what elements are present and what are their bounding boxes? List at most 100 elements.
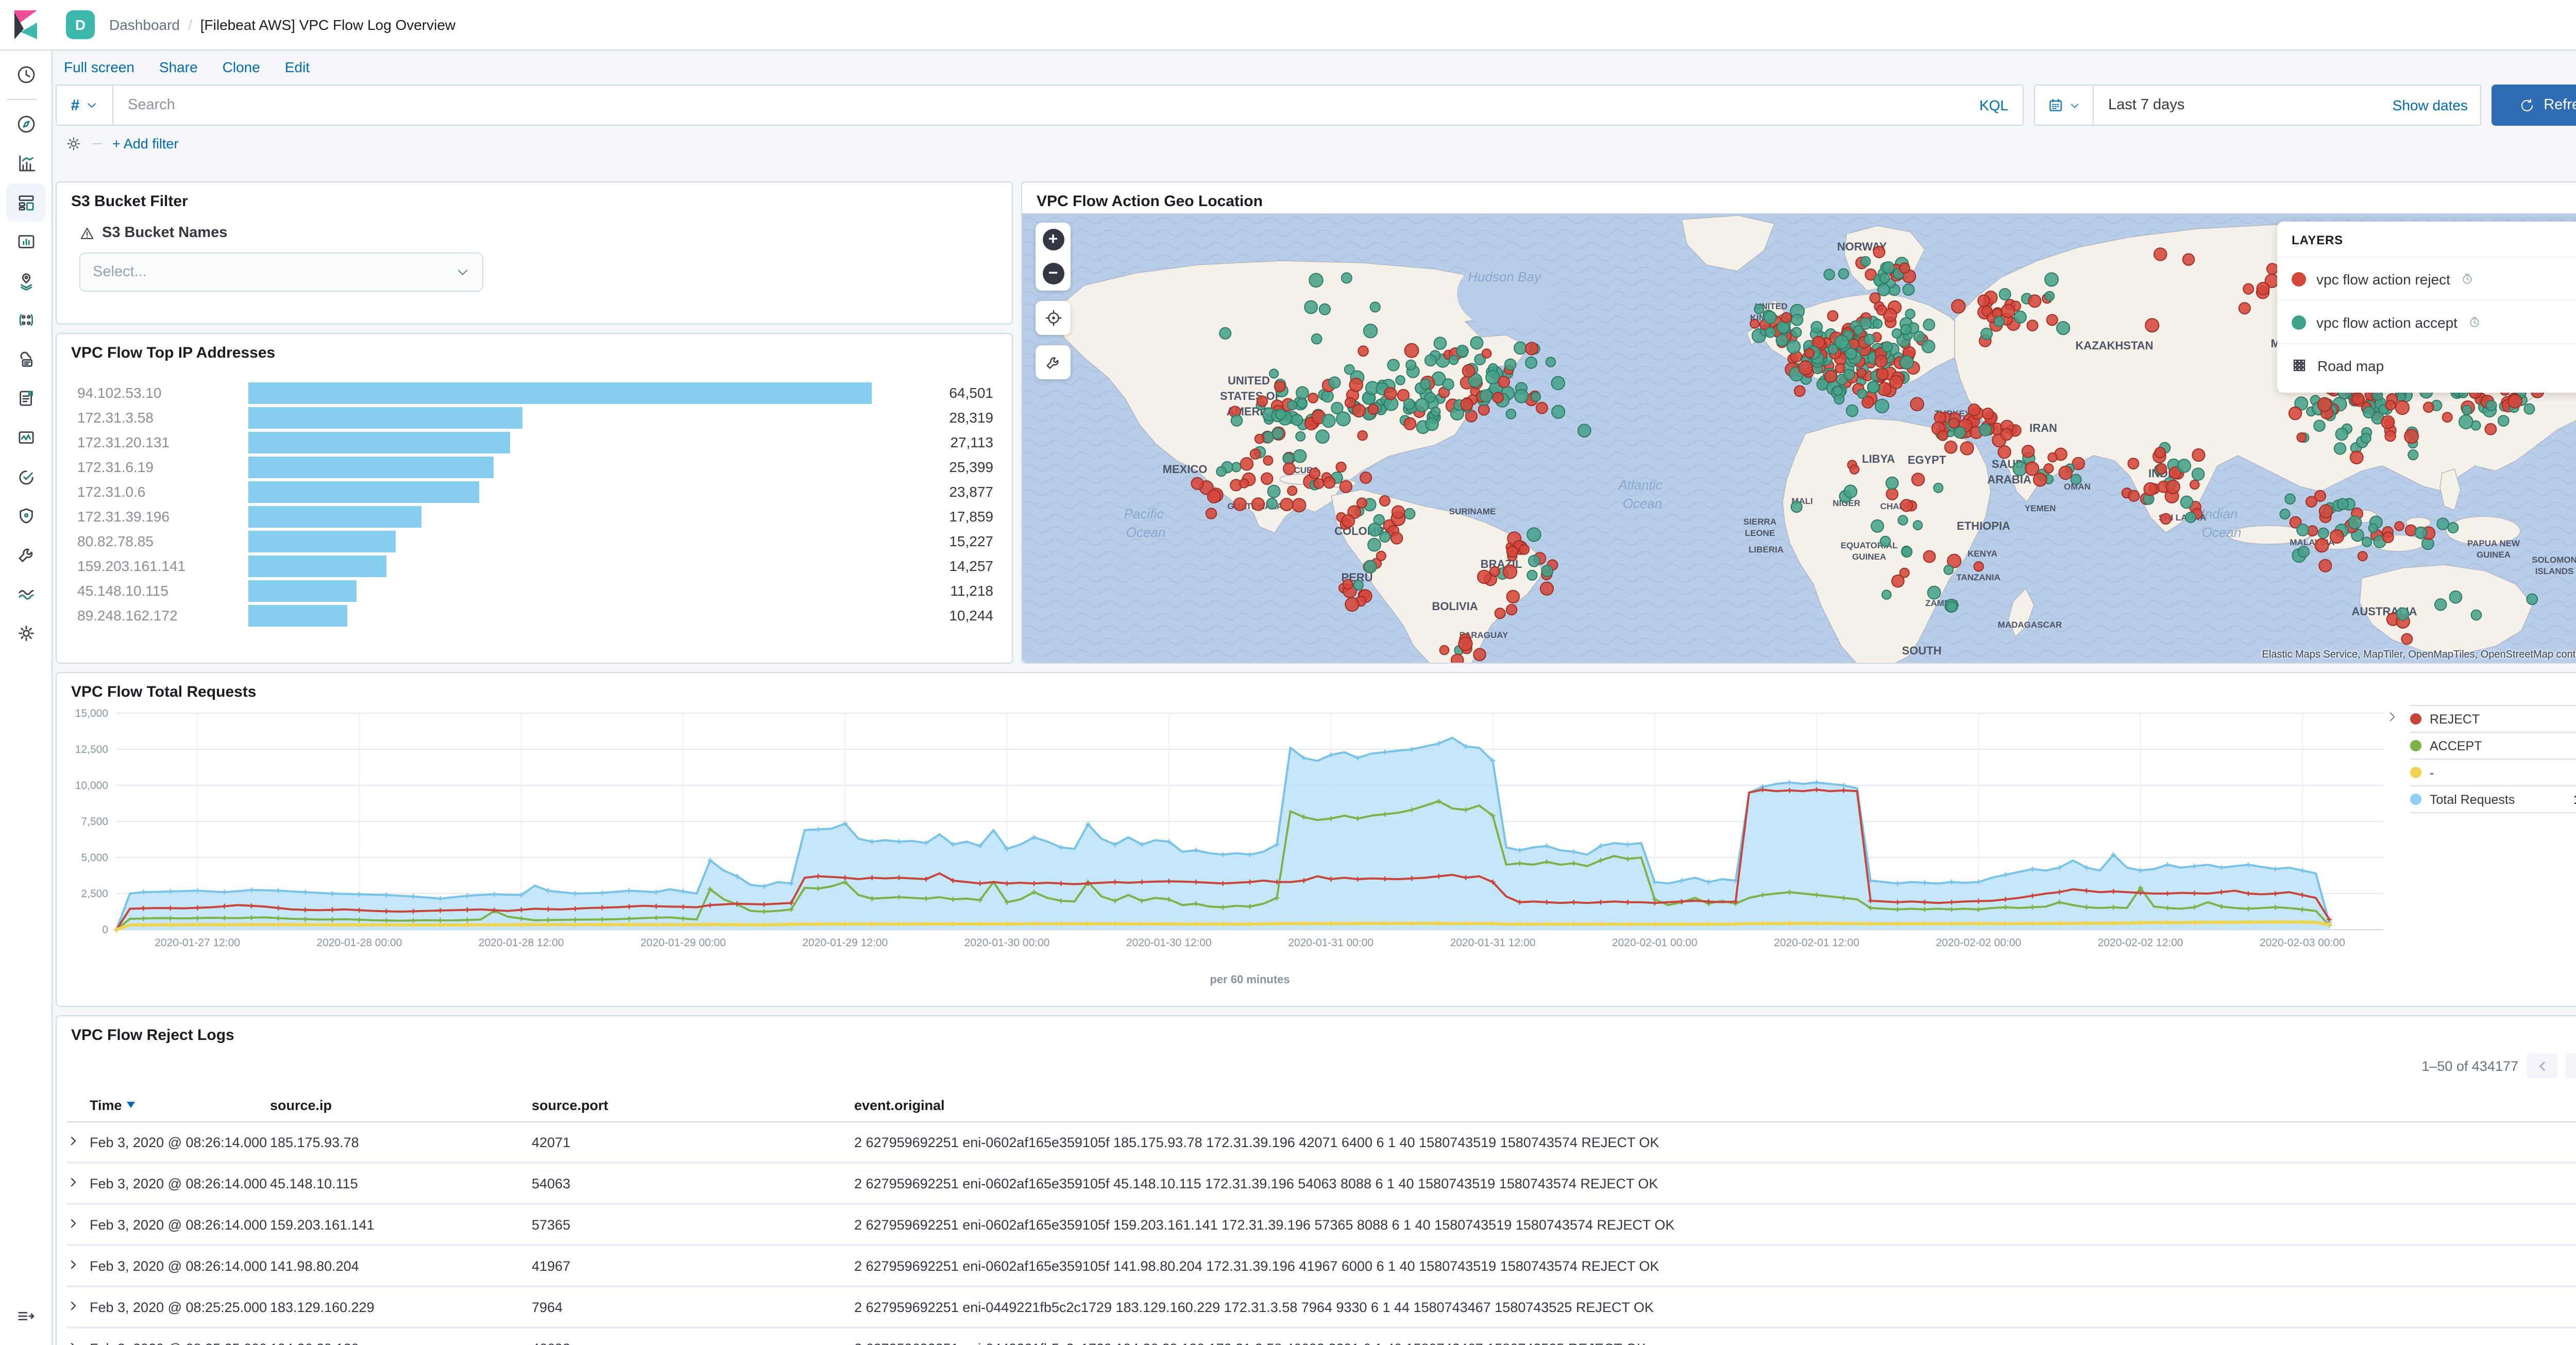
panel-title: S3 Bucket Filter — [71, 193, 188, 210]
next-page-button[interactable] — [2566, 1053, 2576, 1078]
expand-row-button[interactable] — [67, 1217, 90, 1232]
column-header-event-original[interactable]: event.original — [854, 1097, 2576, 1113]
bar-track — [248, 555, 872, 577]
world-map[interactable]: Hudson Bay Pacific Ocean Atlantic Ocean India… — [1022, 213, 2576, 663]
ip-label[interactable]: 172.31.20.131 — [77, 434, 234, 450]
bar[interactable] — [248, 506, 421, 527]
menu-clone[interactable]: Clone — [223, 58, 260, 75]
map-tools-button[interactable] — [1036, 345, 1071, 379]
ip-label[interactable]: 172.31.39.196 — [77, 508, 234, 525]
bar[interactable] — [248, 481, 479, 502]
cell-time: Feb 3, 2020 @ 08:26:14.000 — [90, 1175, 267, 1191]
layer-row[interactable]: vpc flow action accept — [2277, 301, 2576, 344]
collapse-layers-icon[interactable] — [2574, 232, 2576, 248]
bar[interactable] — [248, 604, 348, 626]
expand-row-button[interactable] — [67, 1175, 90, 1191]
show-dates-button[interactable]: Show dates — [2393, 97, 2480, 113]
layer-row[interactable]: Road map — [2277, 344, 2576, 386]
legend-expand-chevron[interactable] — [2385, 710, 2399, 729]
expand-row-button[interactable] — [67, 1134, 90, 1150]
layer-row[interactable]: vpc flow action reject — [2277, 258, 2576, 301]
cell-source-port: 41967 — [532, 1258, 571, 1273]
ip-label[interactable]: 89.248.162.172 — [77, 607, 234, 624]
top-ip-row: 89.248.162.172 10,244 — [77, 603, 993, 628]
ip-label[interactable]: 80.82.78.85 — [77, 533, 234, 549]
sidebar-item-logs[interactable] — [6, 379, 45, 417]
ip-label[interactable]: 159.203.161.141 — [77, 558, 234, 574]
bar[interactable] — [248, 382, 872, 404]
legend-item[interactable]: REJECT863 — [2410, 705, 2576, 732]
sidebar-item-dashboard[interactable] — [6, 183, 45, 222]
date-quick-select-button[interactable] — [2035, 86, 2094, 125]
column-header-time[interactable]: Time — [90, 1097, 270, 1113]
layer-dot-icon — [2292, 315, 2306, 329]
sidebar-item-canvas[interactable] — [6, 223, 45, 261]
refresh-button[interactable]: Refresh — [2492, 85, 2576, 126]
main-content: Full screen Share Clone Edit # Search KQ… — [52, 49, 2576, 153]
menu-share[interactable]: Share — [159, 58, 198, 75]
map-set-view-button[interactable] — [1036, 301, 1071, 335]
sidebar-item-dev-tools[interactable] — [6, 536, 45, 574]
ip-label[interactable]: 172.31.6.19 — [77, 459, 234, 475]
layer-label: Road map — [2317, 357, 2384, 374]
previous-page-button[interactable] — [2527, 1053, 2557, 1078]
bar[interactable] — [248, 456, 494, 478]
time-range-value[interactable]: Last 7 days — [2094, 97, 2184, 113]
expand-row-button[interactable] — [67, 1258, 90, 1273]
menu-full-screen[interactable]: Full screen — [64, 58, 134, 75]
gear-icon[interactable] — [65, 135, 82, 153]
bar-value: 64,501 — [949, 384, 993, 401]
sidebar-item-recently-viewed[interactable] — [6, 56, 45, 94]
panel-s3-bucket-filter: S3 Bucket Filter S3 Bucket Names Select.… — [56, 181, 1013, 325]
map-zoom-out-button[interactable]: − — [1036, 257, 1071, 291]
bar[interactable] — [248, 530, 396, 552]
breadcrumb-app[interactable]: Dashboard — [109, 16, 180, 33]
bar[interactable] — [248, 580, 357, 601]
map-label: MADAGASCAR — [1998, 620, 2062, 630]
expand-row-button[interactable] — [67, 1299, 90, 1315]
panel-title: VPC Flow Action Geo Location — [1037, 193, 1263, 210]
column-header-source-port[interactable]: source.port — [532, 1097, 854, 1113]
x-axis-tick: 2020-02-01 12:00 — [1774, 937, 1859, 949]
bar[interactable] — [248, 407, 522, 428]
sidebar-collapse-button[interactable] — [6, 1297, 45, 1335]
map-attribution: Elastic Maps Service, MapTiler, OpenMapT… — [2262, 649, 2576, 661]
filter-set-button[interactable]: # — [57, 86, 113, 125]
sidebar-item-maps[interactable] — [6, 262, 45, 300]
bar[interactable] — [248, 431, 511, 453]
add-filter-button[interactable]: + Add filter — [112, 136, 178, 152]
sidebar-item-metrics[interactable] — [6, 340, 45, 378]
collapse-menu-icon — [18, 1312, 35, 1320]
sidebar-item-discover[interactable] — [6, 105, 45, 143]
legend-item[interactable]: ACCEPT253 — [2410, 732, 2576, 759]
sidebar-item-management[interactable] — [6, 614, 45, 652]
kibana-logo[interactable] — [0, 9, 52, 40]
sidebar-item-siem[interactable] — [6, 497, 45, 535]
sidebar-item-machine-learning[interactable] — [6, 301, 45, 339]
sidebar-item-uptime[interactable] — [6, 458, 45, 496]
management-icon — [18, 626, 33, 641]
bar[interactable] — [248, 555, 386, 577]
search-input[interactable]: Search — [113, 97, 175, 113]
map-zoom-in-button[interactable]: + — [1036, 223, 1071, 257]
x-axis-tick: 2020-01-31 12:00 — [1450, 937, 1536, 949]
legend-item[interactable]: -110 — [2410, 759, 2576, 785]
y-axis-tick: 0 — [102, 924, 108, 936]
ip-label[interactable]: 94.102.53.10 — [77, 384, 234, 401]
ip-label[interactable]: 45.148.10.115 — [77, 582, 234, 599]
legend-item[interactable]: Total Requests 1,226 — [2410, 785, 2576, 813]
cell-source-port: 54063 — [532, 1175, 571, 1191]
ip-label[interactable]: 172.31.0.6 — [77, 483, 234, 500]
menu-edit[interactable]: Edit — [285, 58, 310, 75]
s3-bucket-select[interactable]: Select... — [79, 253, 483, 292]
pagination-range: 1–50 of 434177 — [2421, 1058, 2518, 1073]
bar-value: 27,113 — [950, 434, 993, 450]
sidebar-item-apm[interactable] — [6, 418, 45, 457]
x-axis-tick: 2020-01-29 00:00 — [640, 937, 726, 949]
kql-toggle[interactable]: KQL — [1979, 97, 2023, 113]
ip-label[interactable]: 172.31.3.58 — [77, 409, 234, 426]
space-avatar[interactable]: D — [66, 10, 95, 39]
sidebar-item-visualize[interactable] — [6, 144, 45, 182]
column-header-source-ip[interactable]: source.ip — [270, 1097, 532, 1113]
sidebar-item-stack-monitoring[interactable] — [6, 575, 45, 613]
